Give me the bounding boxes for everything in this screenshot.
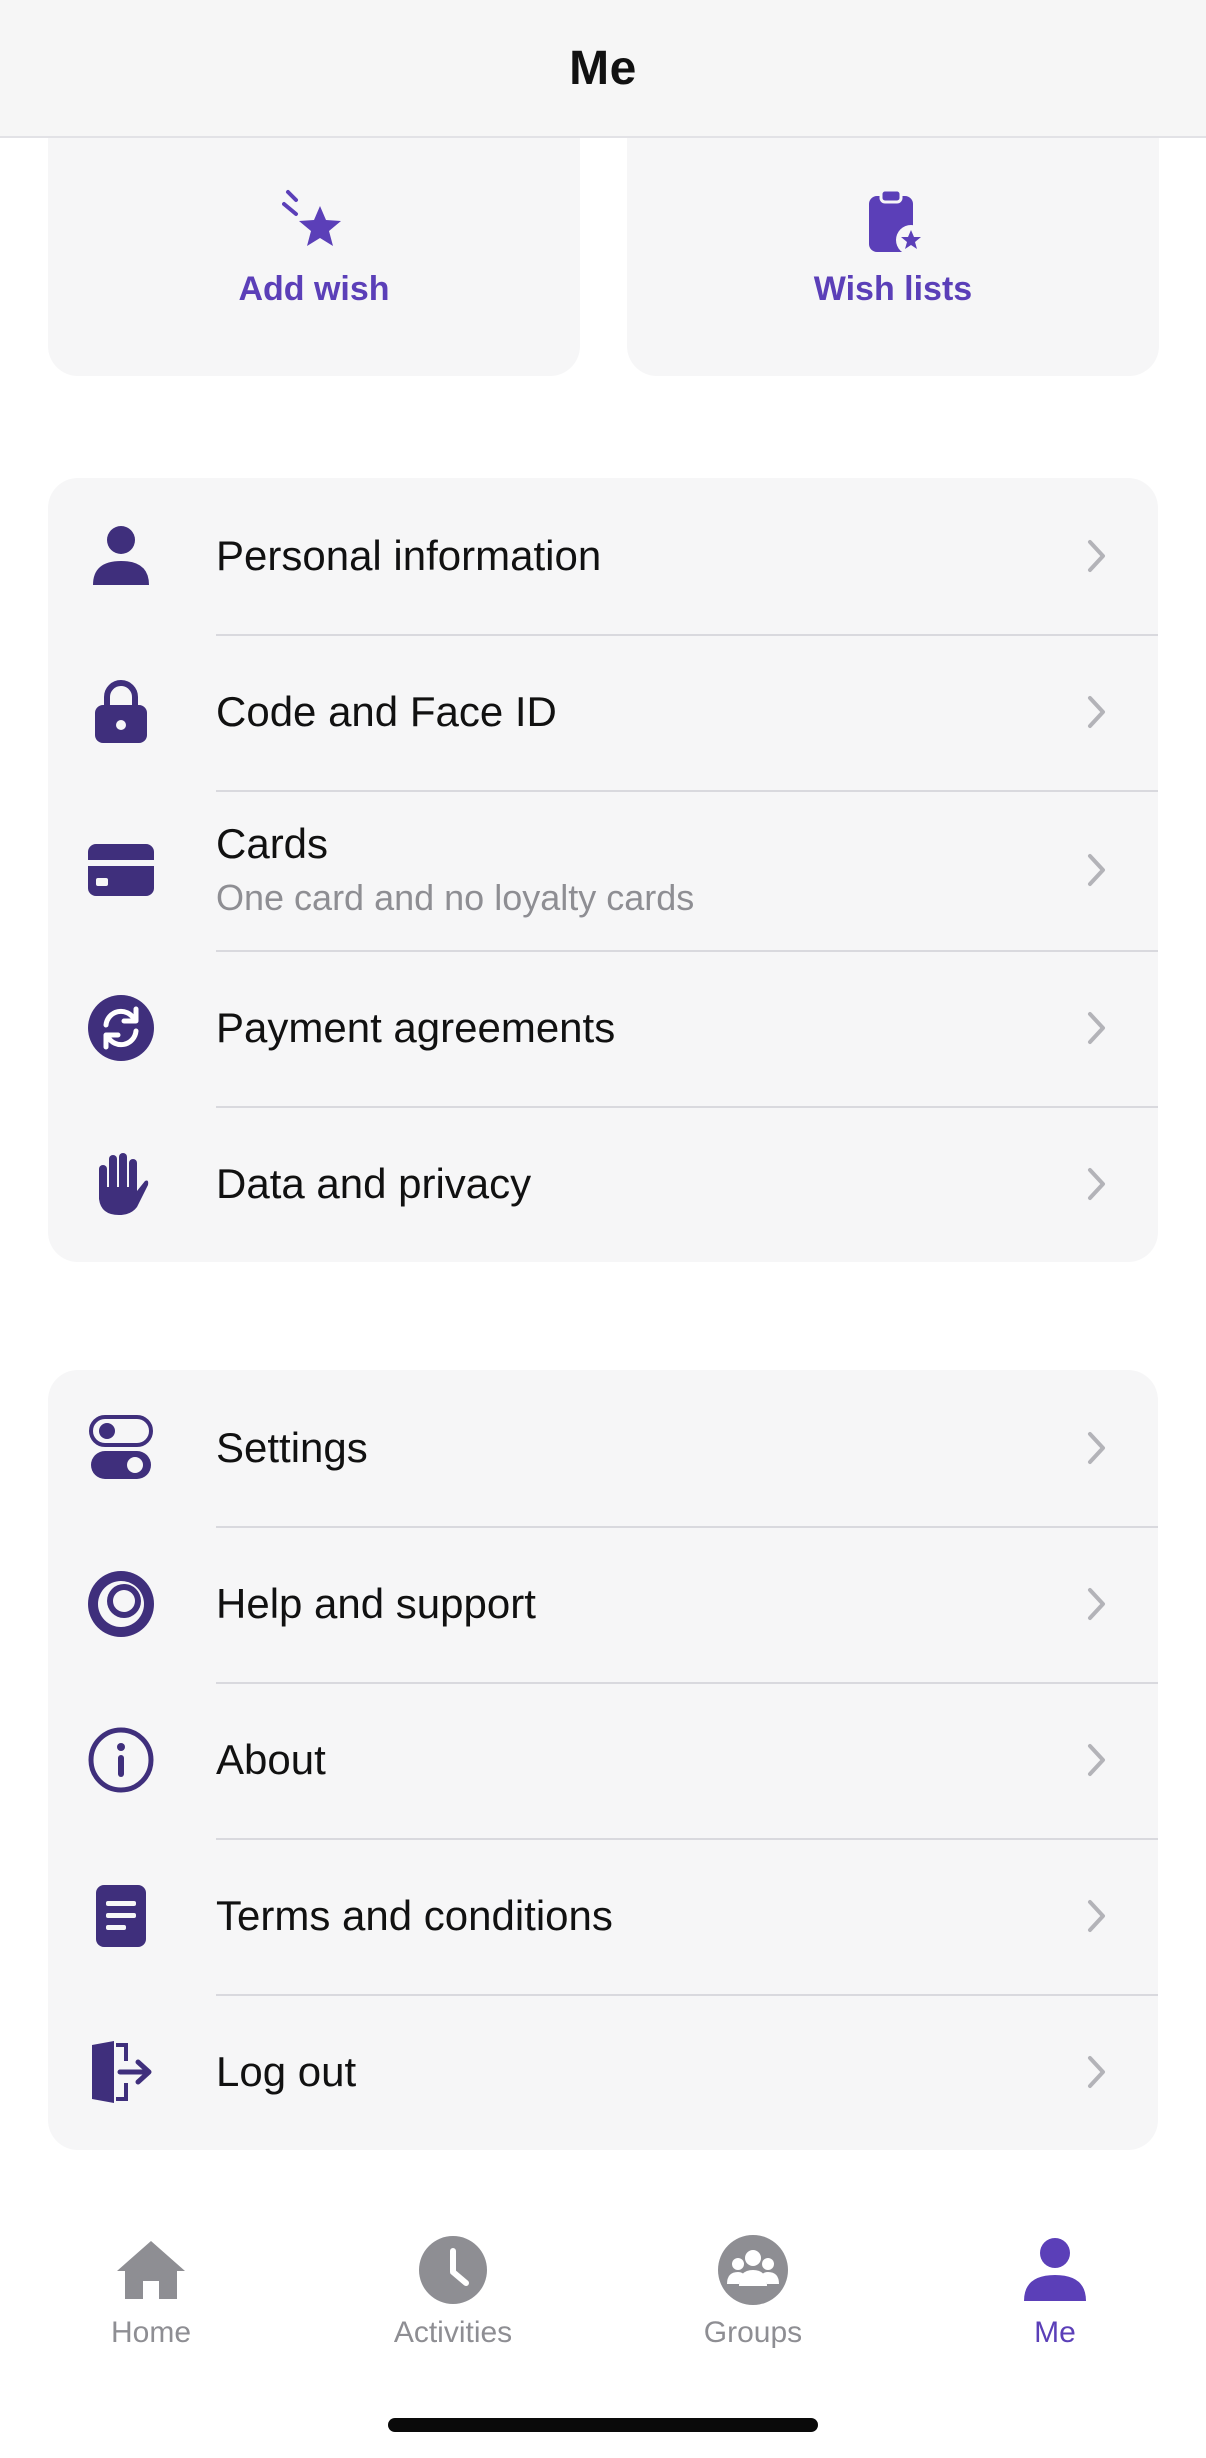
personal-information-row[interactable]: Personal information — [48, 478, 1158, 634]
personal-information-label: Personal information — [216, 531, 602, 579]
chevron-right-icon — [1084, 692, 1110, 732]
settings-row[interactable]: Settings — [48, 1370, 1158, 1526]
cards-sublabel: One card and no loyalty cards — [216, 877, 695, 919]
clipboard-star-icon — [861, 188, 925, 258]
page-title: Me — [569, 41, 637, 95]
tab-groups[interactable]: Groups — [653, 2230, 853, 2370]
terms-conditions-row[interactable]: Terms and conditions — [48, 1838, 1158, 1994]
help-support-label: Help and support — [216, 1579, 536, 1627]
add-wish-label: Add wish — [238, 270, 390, 308]
tab-activities[interactable]: Activities — [353, 2230, 553, 2370]
chevron-right-icon — [1084, 1008, 1110, 1048]
settings-label: Settings — [216, 1423, 368, 1471]
log-out-row[interactable]: Log out — [48, 1994, 1158, 2150]
help-support-row[interactable]: Help and support — [48, 1526, 1158, 1682]
credit-card-icon — [88, 837, 154, 903]
app-settings-card: Settings Help and support About Terms an… — [48, 1370, 1158, 2150]
tab-home-label: Home — [110, 2316, 192, 2349]
code-face-id-label: Code and Face ID — [216, 687, 557, 735]
log-out-label: Log out — [216, 2047, 357, 2095]
chevron-right-icon — [1084, 1584, 1110, 1624]
clock-icon — [413, 2230, 493, 2310]
chevron-right-icon — [1084, 1164, 1110, 1204]
chevron-right-icon — [1084, 536, 1110, 576]
account-settings-card: Personal information Code and Face ID Ca… — [48, 478, 1158, 1262]
recurring-payment-icon — [88, 995, 154, 1061]
groups-icon — [713, 2230, 793, 2310]
person-icon — [88, 523, 154, 589]
chevron-right-icon — [1084, 1896, 1110, 1936]
chevron-right-icon — [1084, 850, 1110, 890]
chevron-right-icon — [1084, 2052, 1110, 2092]
data-privacy-row[interactable]: Data and privacy — [48, 1106, 1158, 1262]
tab-groups-label: Groups — [703, 2316, 803, 2349]
lifebuoy-icon — [88, 1571, 154, 1637]
wish-lists-label: Wish lists — [813, 270, 973, 308]
wish-lists-tile[interactable]: Wish lists — [627, 130, 1159, 376]
cards-label: Cards — [216, 819, 329, 867]
home-indicator — [388, 2418, 818, 2432]
terms-conditions-label: Terms and conditions — [216, 1891, 613, 1939]
person-icon — [1015, 2230, 1095, 2310]
tab-home[interactable]: Home — [51, 2230, 251, 2370]
tab-me-label: Me — [1034, 2316, 1076, 2349]
about-row[interactable]: About — [48, 1682, 1158, 1838]
home-icon — [111, 2230, 191, 2310]
tab-me[interactable]: Me — [955, 2230, 1155, 2370]
document-icon — [88, 1883, 154, 1949]
lock-icon — [88, 679, 154, 745]
info-icon — [88, 1727, 154, 1793]
star-sparkle-icon — [282, 188, 346, 258]
payment-agreements-row[interactable]: Payment agreements — [48, 950, 1158, 1106]
cards-row[interactable]: Cards One card and no loyalty cards — [48, 790, 1158, 950]
hand-icon — [88, 1151, 154, 1217]
chevron-right-icon — [1084, 1740, 1110, 1780]
navigation-header: Me — [0, 0, 1206, 138]
logout-door-icon — [88, 2039, 154, 2105]
tab-activities-label: Activities — [393, 2316, 513, 2349]
toggle-icon — [88, 1415, 154, 1481]
data-privacy-label: Data and privacy — [216, 1159, 532, 1207]
about-label: About — [216, 1735, 326, 1783]
code-face-id-row[interactable]: Code and Face ID — [48, 634, 1158, 790]
payment-agreements-label: Payment agreements — [216, 1003, 616, 1051]
chevron-right-icon — [1084, 1428, 1110, 1468]
add-wish-tile[interactable]: Add wish — [48, 130, 580, 376]
